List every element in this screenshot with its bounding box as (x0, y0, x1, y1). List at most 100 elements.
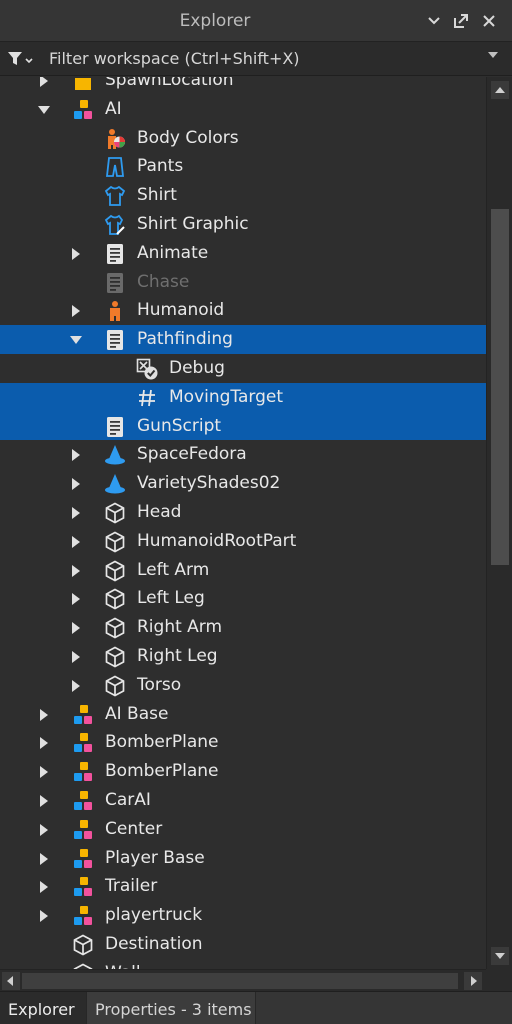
expand-arrow-icon[interactable] (72, 305, 80, 318)
tree-row[interactable]: Shirt Graphic (0, 210, 486, 239)
tree-row[interactable]: Shirt (0, 181, 486, 210)
tree-row[interactable]: MovingTarget (0, 382, 486, 412)
tree-row-label: Animate (137, 242, 209, 263)
chevron-down-icon[interactable] (426, 13, 442, 29)
explorer-titlebar: Explorer (0, 0, 512, 42)
vertical-scroll-thumb[interactable] (491, 209, 509, 565)
scrollbar-corner (486, 969, 512, 991)
tree-row-label: CarAI (105, 790, 151, 810)
part-icon (72, 934, 94, 956)
filter-dropdown-icon[interactable] (488, 52, 498, 58)
expand-arrow-icon[interactable] (40, 708, 48, 721)
tree-row[interactable]: Debug (0, 354, 486, 383)
tree-row-label: SpaceFedora (137, 444, 247, 465)
window-title: Explorer (179, 11, 251, 31)
tree-row[interactable]: Chase (0, 268, 486, 297)
expand-arrow-icon[interactable] (72, 564, 80, 577)
expand-arrow-icon[interactable] (40, 795, 48, 807)
expand-arrow-icon[interactable] (40, 77, 48, 87)
scroll-left-button[interactable] (2, 972, 20, 990)
close-icon[interactable] (481, 13, 497, 29)
tree-row-label: SpawnLocation (105, 77, 234, 90)
tree-row-label: Center (105, 818, 163, 839)
tree-row[interactable]: playertruck (0, 901, 486, 930)
tree-row[interactable]: GunScript (0, 411, 486, 441)
tree-row[interactable]: BomberPlane (0, 757, 486, 786)
expand-arrow-icon[interactable] (72, 622, 80, 635)
tree-row[interactable]: AI (0, 95, 486, 124)
expand-arrow-icon[interactable] (40, 737, 48, 750)
tree-row[interactable]: Destination (0, 930, 486, 959)
tree-row[interactable]: Animate (0, 239, 486, 268)
filter-workspace-bar[interactable]: Filter workspace (Ctrl+Shift+X) (0, 42, 512, 76)
expand-arrow-icon[interactable] (72, 679, 80, 692)
expand-arrow-icon[interactable] (72, 535, 80, 548)
script-disabled-icon (104, 272, 126, 294)
tree-row[interactable]: Right Leg (0, 642, 486, 671)
tree-row-label: Left Leg (137, 588, 205, 609)
tree-row-label: Debug (169, 358, 225, 378)
tree-row[interactable]: Center (0, 815, 486, 844)
spawn-icon (72, 77, 94, 92)
tree-row[interactable]: Pants (0, 152, 486, 181)
tree-row[interactable]: HumanoidRootPart (0, 527, 486, 556)
tree-row[interactable]: Head (0, 498, 486, 527)
tree-row[interactable]: Body Colors (0, 124, 486, 153)
expand-arrow-icon[interactable] (72, 651, 80, 663)
tree-row[interactable]: Left Arm (0, 556, 486, 585)
tree-row-label: AI Base (105, 703, 169, 724)
tree-row[interactable]: Humanoid (0, 296, 486, 325)
expand-arrow-icon[interactable] (40, 881, 48, 894)
horizontal-scroll-thumb[interactable] (22, 973, 458, 989)
tree-row[interactable]: Left Leg (0, 584, 486, 613)
model-icon (72, 876, 94, 898)
part-icon (104, 588, 126, 610)
tree-row[interactable]: BomberPlane (0, 728, 486, 757)
tree-row[interactable]: Pathfinding (0, 325, 486, 354)
tree-row[interactable]: AI Base (0, 700, 486, 729)
scroll-right-button[interactable] (464, 972, 482, 990)
filter-workspace-input[interactable]: Filter workspace (Ctrl+Shift+X) (49, 49, 300, 68)
model-icon (72, 732, 94, 754)
model-icon (72, 848, 94, 870)
tab-properties[interactable]: Properties - 3 items (86, 992, 256, 1024)
expand-arrow-icon[interactable] (72, 593, 80, 606)
panel-tab-bar: Explorer Properties - 3 items (0, 991, 512, 1024)
tree-row-label: Pathfinding (137, 329, 233, 350)
expand-arrow-icon[interactable] (72, 478, 80, 491)
collapse-arrow-icon[interactable] (70, 336, 82, 345)
scroll-up-button[interactable] (491, 81, 509, 99)
filter-icon[interactable] (7, 51, 33, 67)
tree-row-label: MovingTarget (169, 386, 284, 407)
tree-row[interactable]: Trailer (0, 872, 486, 901)
expand-arrow-icon[interactable] (40, 910, 48, 923)
tree-row-label: HumanoidRootPart (137, 530, 297, 551)
expand-arrow-icon[interactable] (72, 507, 80, 519)
horizontal-scrollbar[interactable] (0, 969, 486, 991)
tree-row[interactable]: Right Arm (0, 613, 486, 642)
tree-row[interactable]: SpaceFedora (0, 440, 486, 469)
tree-row-label: AI (105, 98, 122, 119)
tab-explorer[interactable]: Explorer (0, 992, 86, 1024)
undock-icon[interactable] (453, 13, 469, 29)
tree-row[interactable]: SpawnLocation (0, 77, 486, 95)
accessory-hat-icon (104, 444, 126, 466)
part-icon (104, 560, 126, 582)
tree-row-label: Torso (137, 674, 182, 695)
tree-row[interactable]: VarietyShades02 (0, 469, 486, 498)
tree-row[interactable]: Wall (0, 959, 486, 969)
expand-arrow-icon[interactable] (40, 852, 48, 865)
tree-row[interactable]: CarAI (0, 786, 486, 815)
tree-row-label: Pants (137, 156, 184, 177)
part-icon (104, 675, 126, 697)
scroll-down-button[interactable] (491, 947, 509, 965)
expand-arrow-icon[interactable] (72, 449, 80, 462)
shirt-graphic-icon (104, 214, 126, 236)
expand-arrow-icon[interactable] (40, 823, 48, 836)
vertical-scrollbar[interactable] (486, 77, 512, 969)
tree-row[interactable]: Torso (0, 671, 486, 700)
expand-arrow-icon[interactable] (72, 247, 80, 260)
collapse-arrow-icon[interactable] (38, 105, 50, 114)
expand-arrow-icon[interactable] (40, 766, 48, 779)
tree-row[interactable]: Player Base (0, 844, 486, 873)
